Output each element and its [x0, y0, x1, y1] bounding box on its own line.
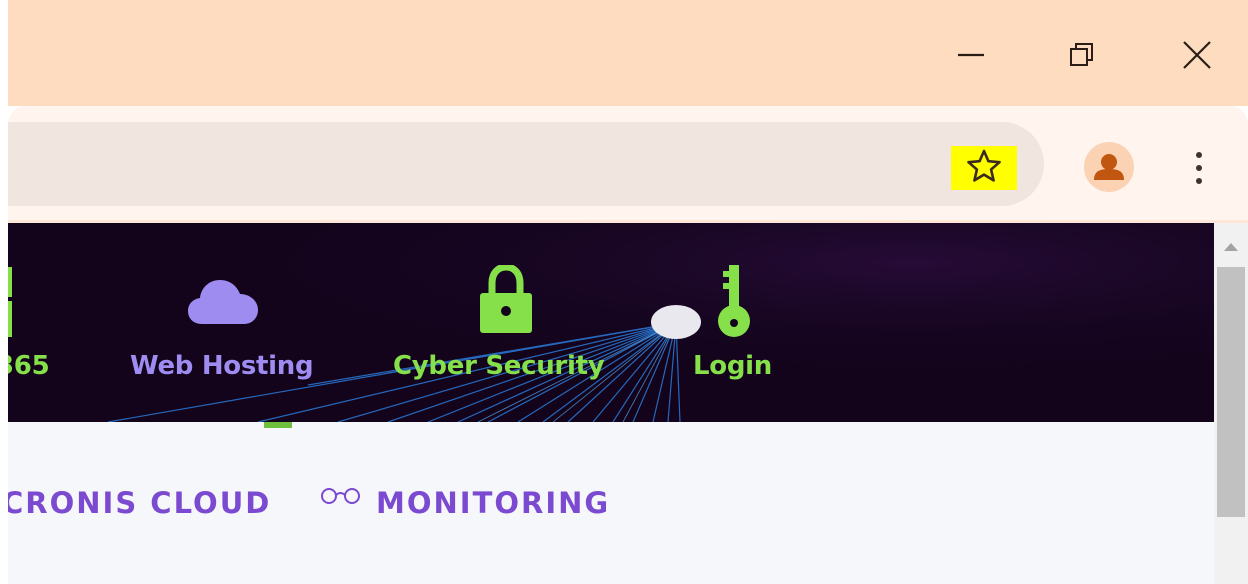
minimize-icon — [956, 40, 986, 70]
lock-icon — [480, 263, 532, 339]
nav-item-365[interactable]: 365 — [8, 223, 78, 422]
profile-avatar-button[interactable] — [1084, 142, 1134, 192]
scroll-thumb[interactable] — [1217, 267, 1245, 517]
nav-item-web-hosting[interactable]: Web Hosting — [126, 223, 326, 422]
restore-icon — [1067, 40, 1097, 70]
profile-avatar-icon — [1084, 154, 1134, 192]
submenu-bar: CRONIS CLOUD MONITORING — [2, 422, 1214, 584]
nav-label-login: Login — [693, 351, 772, 381]
nav-item-login[interactable]: Login — [688, 223, 788, 422]
scroll-up-button[interactable] — [1214, 231, 1248, 261]
nav-label-web-hosting: Web Hosting — [130, 351, 314, 381]
nav-label-365: 365 — [8, 351, 50, 381]
restore-button[interactable] — [1053, 26, 1111, 84]
star-icon — [966, 148, 1002, 188]
close-icon — [1181, 39, 1213, 71]
nav-label-cyber-security: Cyber Security — [393, 351, 605, 381]
window-left-edge — [0, 0, 8, 584]
close-window-button[interactable] — [1168, 26, 1226, 84]
kebab-menu-icon — [1196, 152, 1202, 158]
cloud-icon — [188, 277, 260, 329]
kebab-menu-icon — [1196, 165, 1202, 171]
nav-item-cyber-security[interactable]: Cyber Security — [388, 223, 628, 422]
browser-titlebar — [8, 0, 1248, 106]
active-nav-indicator — [264, 422, 292, 428]
page-scrollbar[interactable] — [1214, 223, 1248, 584]
bookmark-star-button[interactable] — [951, 146, 1017, 190]
address-bar[interactable] — [8, 122, 1044, 206]
submenu-monitoring[interactable]: MONITORING — [376, 486, 610, 520]
kebab-menu-icon — [1196, 178, 1202, 184]
browser-toolbar — [8, 106, 1248, 220]
site-nav-banner: 365 Web Hosting Cyber Security — [8, 223, 1214, 422]
glasses-icon — [318, 486, 364, 510]
scroll-up-arrow-icon — [1223, 237, 1239, 256]
key-icon — [716, 265, 752, 343]
browser-menu-button[interactable] — [1184, 140, 1214, 196]
grid-icon — [8, 267, 14, 341]
minimize-button[interactable] — [942, 26, 1000, 84]
submenu-acronis-cloud[interactable]: CRONIS CLOUD — [2, 486, 271, 520]
